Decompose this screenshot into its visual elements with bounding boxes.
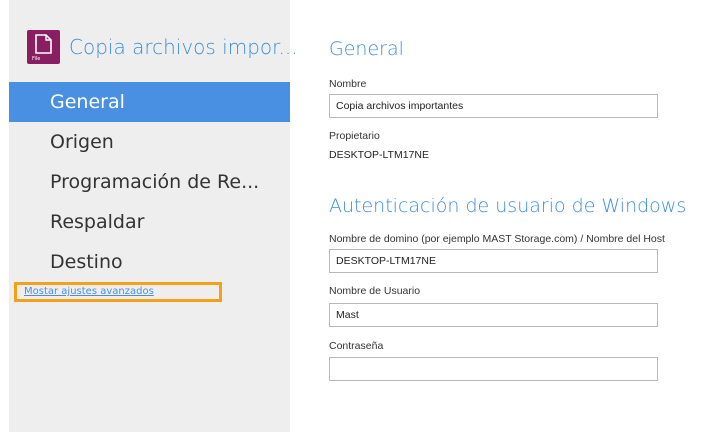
name-label: Nombre (329, 78, 367, 90)
username-label: Nombre de Usuario (329, 285, 421, 297)
owner-value: DESKTOP-LTM17NE (329, 149, 429, 161)
sidebar-item-respaldar[interactable]: Respaldar (9, 202, 290, 242)
app-title: Copia archivos impor... (69, 35, 298, 59)
app-header: File Copia archivos impor... (27, 30, 298, 64)
domain-input[interactable] (329, 249, 658, 273)
sidebar-item-origen[interactable]: Origen (9, 122, 290, 162)
sidebar-item-destino[interactable]: Destino (9, 242, 290, 282)
section-title-general: General (329, 38, 404, 60)
sidebar-item-general[interactable]: General (9, 82, 290, 122)
advanced-settings-link[interactable]: Mostar ajustes avanzados (24, 286, 154, 297)
owner-label: Propietario (329, 130, 380, 142)
password-input[interactable] (329, 357, 658, 381)
domain-label: Nombre de domino (por ejemplo MAST Stora… (329, 233, 665, 245)
file-icon: File (27, 30, 60, 64)
name-input[interactable] (329, 94, 658, 118)
advanced-settings-highlight: Mostar ajustes avanzados (14, 282, 222, 302)
window-edge (0, 0, 9, 432)
sidebar-item-programacion[interactable]: Programación de Re... (9, 162, 290, 202)
file-icon-tag: File (32, 56, 41, 62)
username-input[interactable] (329, 303, 658, 327)
password-label: Contraseña (329, 340, 384, 352)
section-title-auth: Autenticación de usuario de Windows (329, 195, 687, 217)
sidebar-nav: General Origen Programación de Re... Res… (9, 82, 290, 282)
